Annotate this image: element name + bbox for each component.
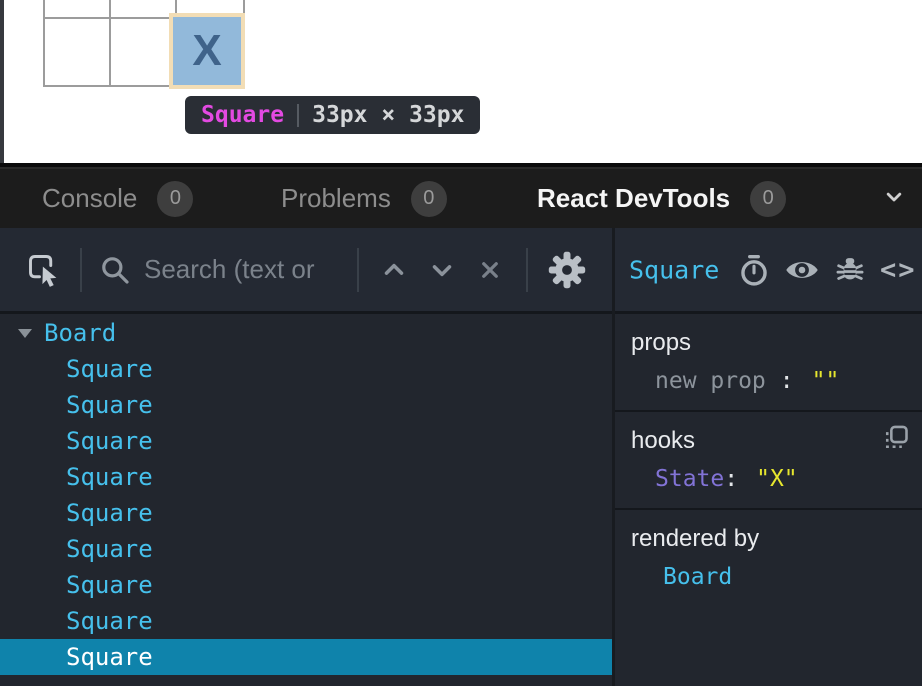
tree-item-square[interactable]: Square [0, 459, 612, 495]
previous-match-icon[interactable] [379, 255, 409, 285]
tree-item-square-selected[interactable]: Square [0, 639, 612, 675]
tab-react-devtools-badge: 0 [750, 181, 786, 217]
board-square[interactable] [45, 0, 111, 19]
tree-item-label: Square [66, 391, 153, 419]
tab-console-badge: 0 [157, 181, 193, 217]
props-section: props new prop : "" [615, 314, 922, 412]
tree-item-square[interactable]: Square [0, 495, 612, 531]
square-value: X [192, 29, 221, 73]
toolbar-divider [80, 248, 82, 292]
tree-item-board[interactable]: Board [0, 315, 612, 351]
tree-item-label: Square [66, 643, 153, 671]
clear-search-icon[interactable] [475, 255, 505, 285]
next-match-icon[interactable] [427, 255, 457, 285]
component-tree: Board Square Square Square Square Square… [0, 314, 612, 686]
tree-item-square[interactable]: Square [0, 351, 612, 387]
rendered-by-section: rendered by Board [615, 510, 922, 606]
board-square[interactable] [111, 0, 177, 19]
tab-console-label: Console [42, 183, 137, 214]
tree-item-label: Square [66, 427, 153, 455]
devtools-tabbar: Console 0 Problems 0 React DevTools 0 [0, 167, 922, 228]
tree-item-square[interactable]: Square [0, 567, 612, 603]
hooks-section: hooks State : "X" [615, 412, 922, 510]
stopwatch-icon[interactable] [737, 253, 771, 287]
tab-react-devtools[interactable]: React DevTools 0 [537, 169, 786, 228]
new-prop-key-input[interactable]: new prop [655, 366, 766, 396]
browser-page: X Square 33px × 33px [0, 0, 922, 163]
tree-item-label: Board [44, 319, 116, 347]
new-prop-value-input[interactable]: "" [812, 366, 840, 396]
rendered-by-title: rendered by [631, 524, 922, 554]
tree-item-square[interactable]: Square [0, 387, 612, 423]
tree-item-label: Square [66, 571, 153, 599]
state-hook-value[interactable]: "X" [756, 464, 798, 494]
tab-console[interactable]: Console 0 [42, 169, 193, 228]
rendered-by-owner-link[interactable]: Board [663, 562, 922, 592]
prop-colon: : [780, 366, 794, 396]
tab-problems-badge: 0 [411, 181, 447, 217]
board-square[interactable] [45, 19, 111, 85]
tree-item-square[interactable]: Square [0, 531, 612, 567]
inspect-highlight-ring: X [169, 13, 245, 89]
parse-hooks-icon[interactable] [882, 424, 910, 457]
chevron-down-icon[interactable] [880, 182, 908, 215]
tree-item-label: Square [66, 535, 153, 563]
search-input[interactable] [144, 228, 352, 311]
tooltip-component-name: Square [201, 102, 284, 128]
tree-item-square[interactable]: Square [0, 603, 612, 639]
state-colon: : [724, 464, 738, 494]
component-details-panel: props new prop : "" hooks State : "X" [615, 314, 922, 686]
tree-item-label: Square [66, 355, 153, 383]
tab-problems[interactable]: Problems 0 [281, 169, 447, 228]
selected-component-name: Square [629, 255, 719, 284]
triangle-down-icon[interactable] [18, 329, 32, 338]
view-source-icon[interactable]: <> [880, 254, 917, 285]
gear-icon[interactable] [548, 251, 586, 289]
element-inspect-tooltip: Square 33px × 33px [185, 96, 480, 134]
search-icon [99, 254, 131, 286]
react-devtools-toolbar: Square [0, 228, 922, 311]
eye-icon[interactable] [784, 252, 820, 288]
tree-item-square[interactable]: Square [0, 423, 612, 459]
hooks-title: hooks [631, 426, 922, 456]
board-square[interactable] [111, 19, 177, 85]
bug-icon[interactable] [833, 253, 867, 287]
inspect-element-icon[interactable] [26, 252, 62, 288]
tree-item-label: Square [66, 463, 153, 491]
window-edge [0, 0, 4, 163]
tree-item-label: Square [66, 607, 153, 635]
devtools-window: X Square 33px × 33px Console 0 Problems … [0, 0, 922, 686]
tab-react-devtools-label: React DevTools [537, 183, 730, 214]
tooltip-dimensions: 33px × 33px [312, 102, 464, 128]
toolbar-divider [526, 248, 528, 292]
tab-problems-label: Problems [281, 183, 391, 214]
props-title: props [631, 328, 922, 358]
toolbar-divider [357, 248, 359, 292]
tree-item-label: Square [66, 499, 153, 527]
tooltip-divider [297, 104, 299, 127]
inspect-highlight-content[interactable]: X [173, 17, 241, 85]
state-hook-key: State [655, 464, 724, 494]
